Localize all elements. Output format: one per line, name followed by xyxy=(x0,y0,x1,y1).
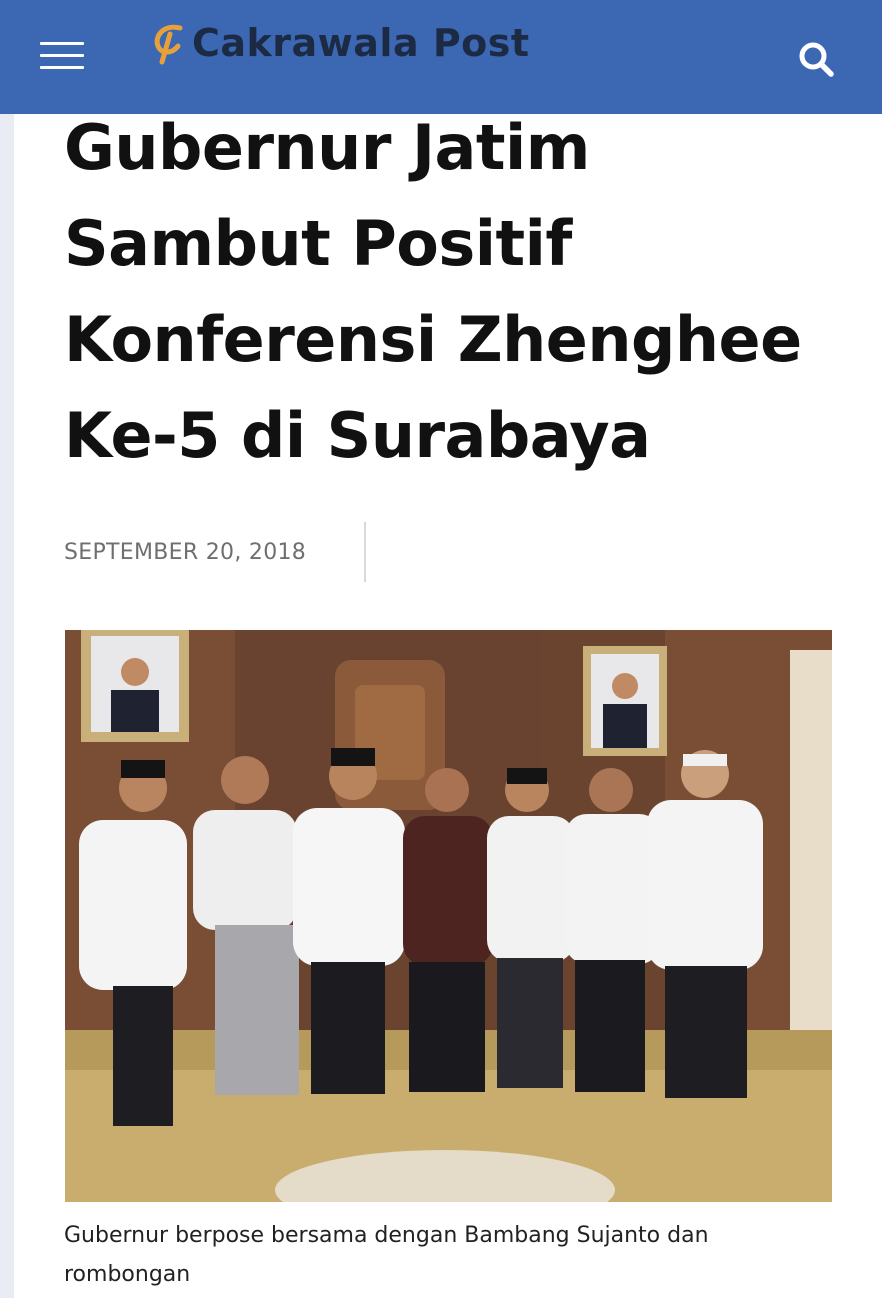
meta-divider xyxy=(364,522,366,582)
top-navigation-bar: Cakrawala Post xyxy=(0,0,882,114)
site-name: Cakrawala Post xyxy=(192,21,530,65)
group-photo-illustration xyxy=(65,630,832,1202)
site-logo[interactable]: Cakrawala Post xyxy=(150,18,530,68)
article-photo xyxy=(65,630,832,1202)
menu-line xyxy=(40,66,84,69)
search-button[interactable] xyxy=(795,38,837,80)
image-caption: Gubernur berpose bersama dengan Bambang … xyxy=(64,1223,709,1287)
search-icon xyxy=(799,42,834,77)
article-meta: SEPTEMBER 20, 2018 xyxy=(64,522,366,582)
article-title: Gubernur Jatim Sambut Positif Konferensi… xyxy=(64,111,802,472)
menu-line xyxy=(40,54,84,57)
menu-line xyxy=(40,42,84,45)
logo-mark-icon xyxy=(154,24,183,65)
article-date: SEPTEMBER 20, 2018 xyxy=(64,539,307,565)
hamburger-menu-button[interactable] xyxy=(36,36,88,76)
